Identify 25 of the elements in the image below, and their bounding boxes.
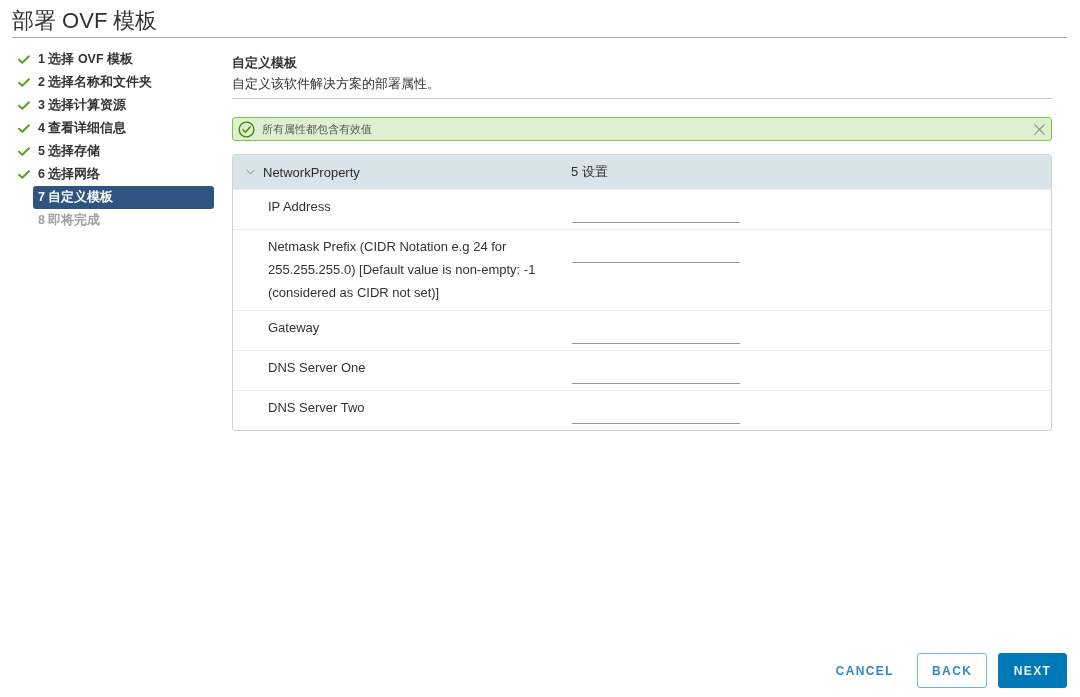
footer-button[interactable]: NEXT <box>998 653 1067 688</box>
alert-message: 所有属性都包含有效值 <box>262 121 372 137</box>
wizard-step[interactable]: 2 选择名称和文件夹 <box>33 71 214 94</box>
group-summary: 5 设置 <box>571 163 608 181</box>
dialog-title: 部署 OVF 模板 <box>12 7 158 35</box>
footer-button[interactable]: BACK <box>917 653 987 688</box>
footer-button[interactable]: CANCEL <box>823 653 906 688</box>
wizard-step[interactable]: 6 选择网络 <box>33 163 214 186</box>
property-label: Gateway <box>268 319 321 337</box>
check-circle-icon <box>238 120 255 138</box>
page-description: 自定义该软件解决方案的部署属性。 <box>232 75 440 93</box>
page-heading: 自定义模板 <box>232 54 297 72</box>
wizard-step[interactable]: 5 选择存储 <box>33 140 214 163</box>
caret-icon[interactable] <box>246 169 255 175</box>
property-label: Netmask Prefix (CIDR Notation e.g 24 for 255.255.255.0) [Default value is non-empty: -1 (considered as CIDR not set)] <box>268 238 537 302</box>
group-header[interactable]: NetworkProperty 5 设置 <box>233 155 1051 189</box>
property-label: DNS Server Two <box>268 399 366 417</box>
property-label: DNS Server One <box>268 359 367 377</box>
close-icon[interactable] <box>1034 123 1045 135</box>
wizard-step[interactable]: 4 查看详细信息 <box>33 117 214 140</box>
wizard-step[interactable]: 3 选择计算资源 <box>33 94 214 117</box>
group-name: NetworkProperty <box>263 164 361 180</box>
wizard-step[interactable]: 1 选择 OVF 模板 <box>33 48 214 71</box>
property-label: IP Address <box>268 198 332 216</box>
wizard-step[interactable]: 7 自定义模板 <box>33 186 214 209</box>
